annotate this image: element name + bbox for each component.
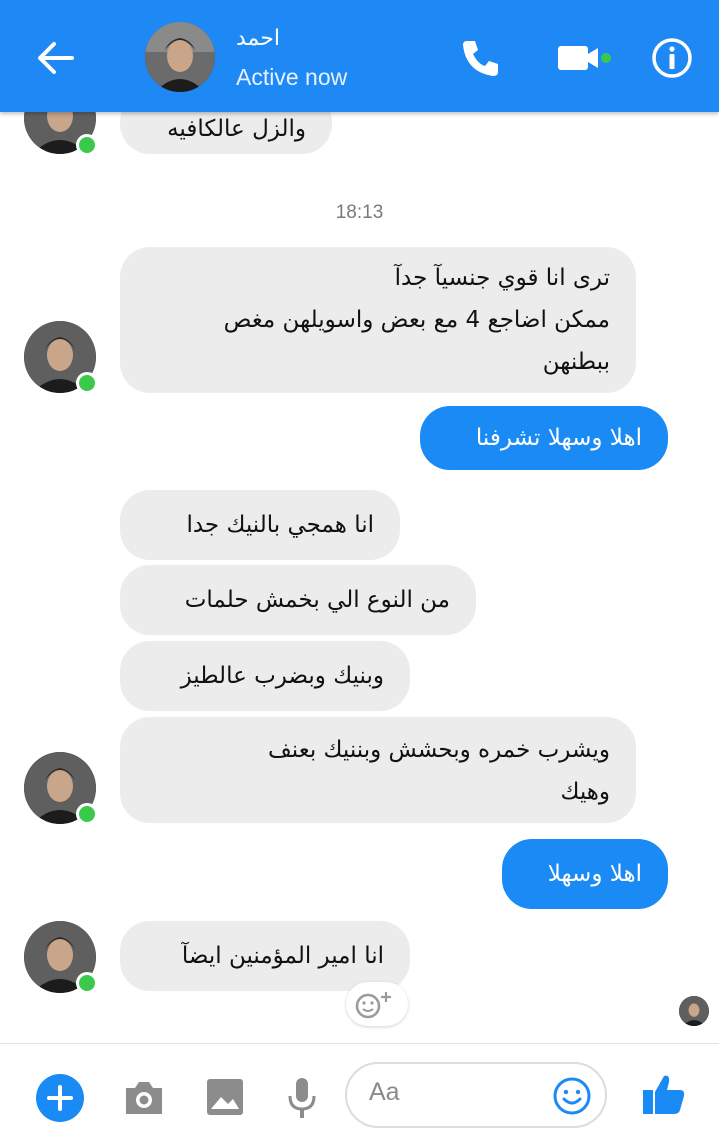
conversation-header: احمد Active now xyxy=(0,0,719,112)
camera-button[interactable] xyxy=(122,1078,166,1118)
phone-icon xyxy=(463,41,498,76)
image-icon xyxy=(207,1079,243,1115)
input-placeholder: Aa xyxy=(369,1078,400,1106)
message-received[interactable]: انا امير المؤمنين ايضآ xyxy=(120,921,410,991)
emoji-icon[interactable] xyxy=(552,1076,592,1116)
message-received[interactable]: والزل عالكافيه xyxy=(120,112,332,154)
active-status: Active now xyxy=(236,64,348,90)
message-received[interactable]: ترى انا قوي جنسيآ جدآ ممكن اضاجع 4 مع بع… xyxy=(120,247,636,393)
message-received[interactable]: ويشرب خمره وبحشش وبننيك بعنف وهيك xyxy=(120,717,636,823)
info-icon xyxy=(652,38,692,78)
add-button[interactable] xyxy=(35,1073,85,1123)
emoji-add-icon xyxy=(355,992,391,1019)
seen-receipt-avatar xyxy=(679,996,709,1026)
message-composer: Aa xyxy=(0,1043,719,1143)
video-camera-icon xyxy=(558,46,611,70)
active-status-dot xyxy=(76,803,98,825)
active-status-dot xyxy=(76,134,98,156)
message-received[interactable]: انا همجي بالنيك جدا xyxy=(120,490,400,560)
message-received[interactable]: وبنيك وبضرب عالطيز xyxy=(120,641,410,711)
add-reaction-button[interactable] xyxy=(346,982,408,1026)
camera-icon xyxy=(126,1082,162,1114)
voice-button[interactable] xyxy=(285,1076,319,1120)
add-icon xyxy=(36,1074,84,1122)
message-list[interactable]: والزل عالكافيه 18:13 ترى انا قوي جنسيآ ج… xyxy=(0,112,719,1042)
microphone-icon xyxy=(288,1078,316,1118)
call-button[interactable] xyxy=(458,36,502,80)
back-arrow-icon xyxy=(38,42,74,74)
contact-avatar[interactable] xyxy=(145,22,215,92)
active-status-dot xyxy=(76,372,98,394)
message-input[interactable]: Aa xyxy=(345,1062,607,1128)
like-button[interactable] xyxy=(640,1070,688,1118)
back-button[interactable] xyxy=(32,36,80,80)
thumbs-up-icon xyxy=(643,1075,685,1114)
active-status-dot xyxy=(76,972,98,994)
info-button[interactable] xyxy=(650,36,694,80)
message-timestamp: 18:13 xyxy=(335,202,384,223)
message-sent[interactable]: اهلا وسهلا xyxy=(502,839,668,909)
message-sent[interactable]: اهلا وسهلا تشرفنا xyxy=(420,406,668,470)
message-received[interactable]: من النوع الي بخمش حلمات xyxy=(120,565,476,635)
video-call-button[interactable] xyxy=(556,40,616,76)
gallery-button[interactable] xyxy=(205,1077,245,1117)
contact-name: احمد xyxy=(236,26,280,51)
